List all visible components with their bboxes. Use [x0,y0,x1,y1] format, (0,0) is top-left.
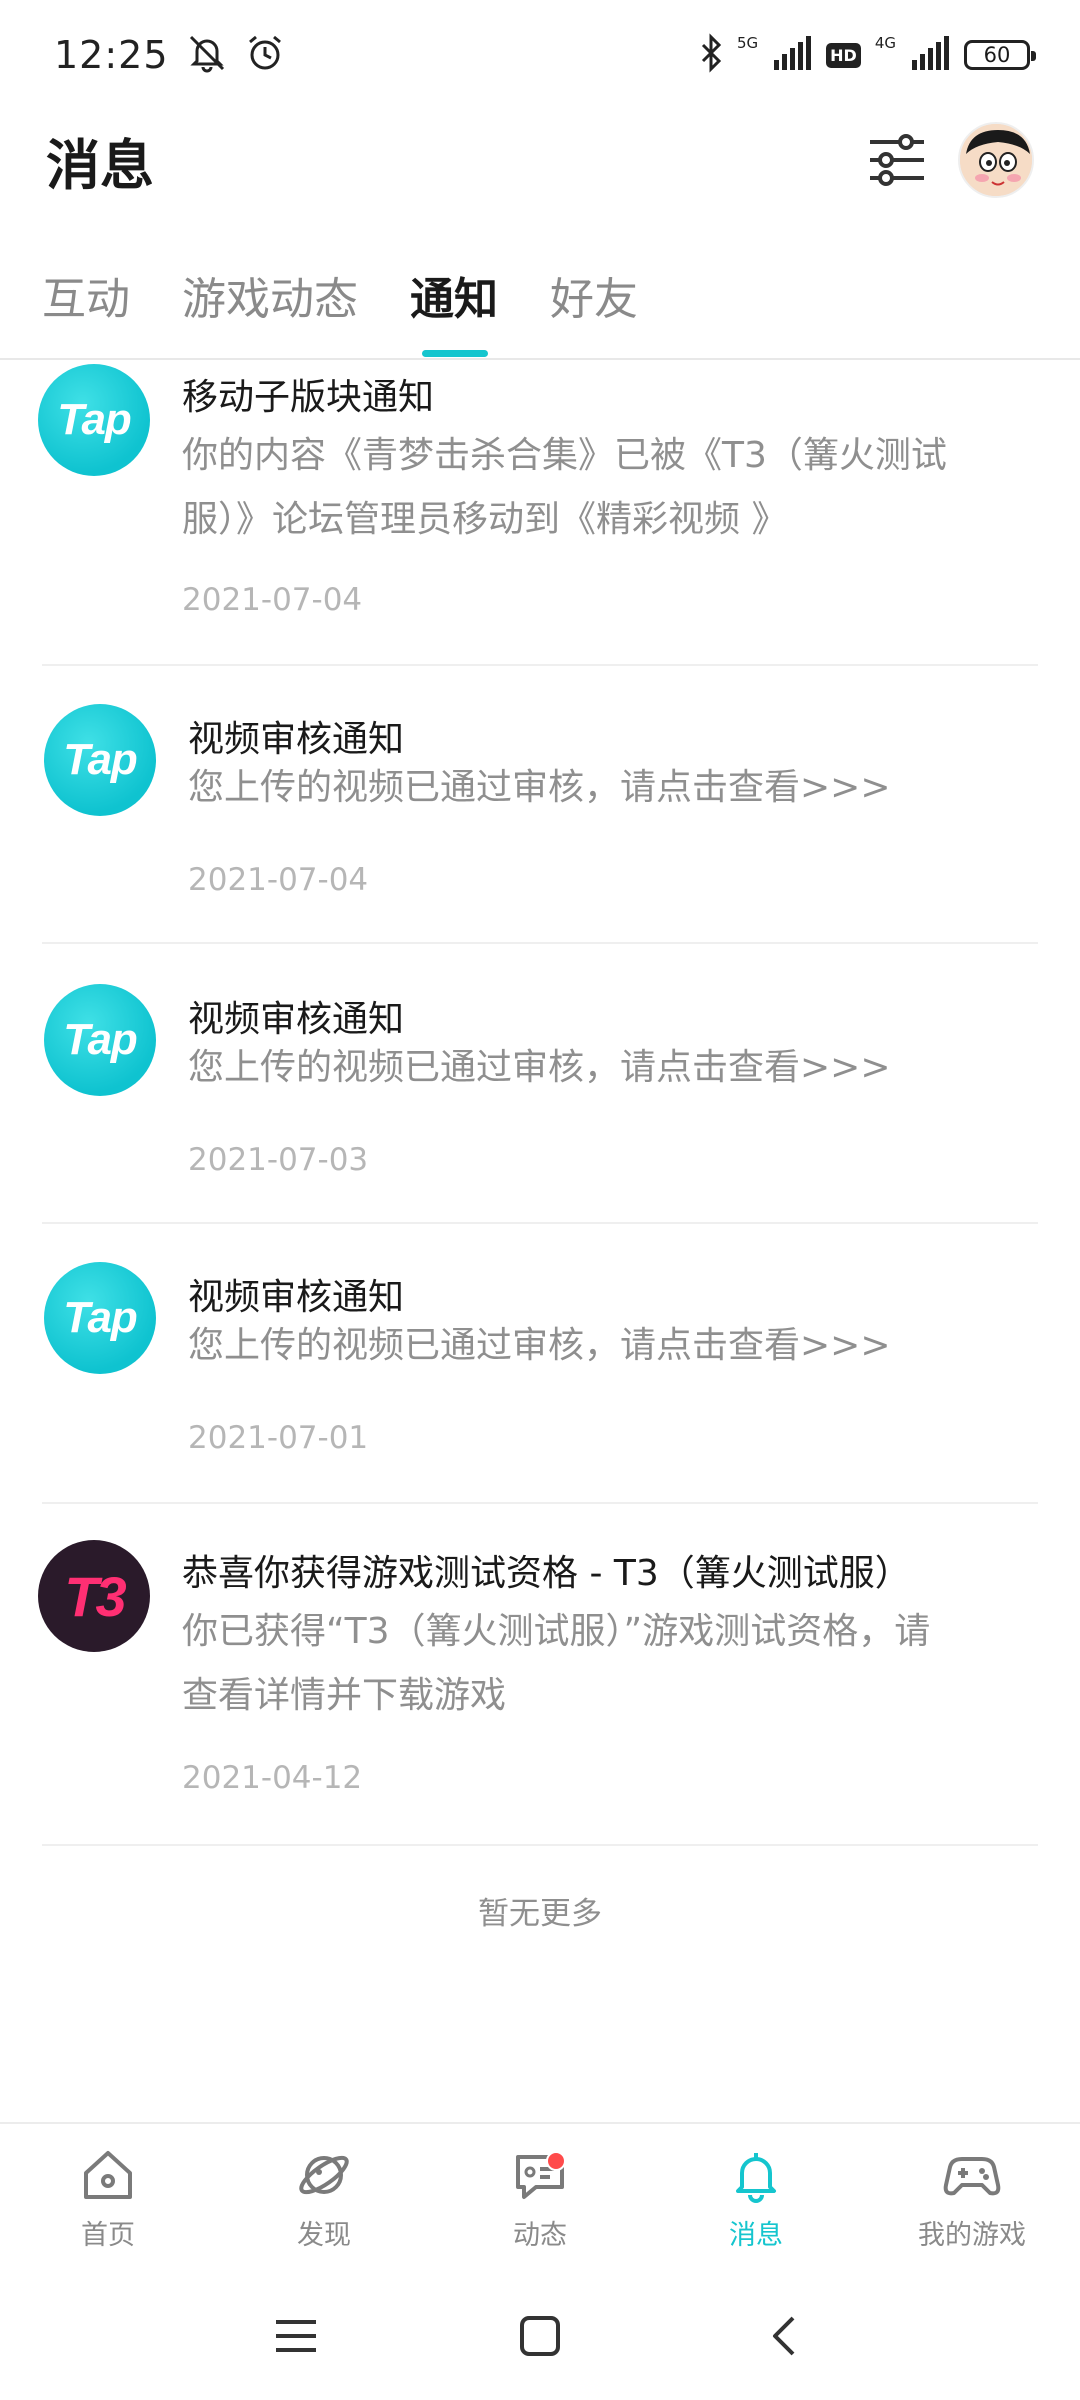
list-item[interactable]: Tap 视频审核通知 您上传的视频已通过审核，请点击查看>>> 2021-07-… [0,702,1080,942]
divider [42,942,1038,944]
list-item[interactable]: Tap 视频审核通知 您上传的视频已通过审核，请点击查看>>> 2021-07-… [0,982,1080,1222]
notification-body-line: 您上传的视频已通过审核，请点击查看>>> [188,1047,891,1088]
nav-feed[interactable]: 动态 [432,2124,648,2272]
tab-notifications[interactable]: 通知 [410,260,498,340]
page-title: 消息 [46,133,154,197]
battery-icon: 60 [964,40,1036,70]
system-nav-bar [0,2272,1080,2400]
list-item[interactable]: Tap 移动子版块通知 你的内容《青梦击杀合集》已被《T3（篝火测试 服）》论坛… [0,362,1080,662]
nav-label: 首页 [81,2219,135,2251]
nav-label: 发现 [297,2219,351,2251]
status-bar: 12:25 5G HD 4G 60 [0,0,1080,110]
home-icon [84,2150,132,2199]
tap-logo-icon: Tap [44,1262,156,1374]
divider [42,1844,1038,1846]
no-more-text: 暂无更多 [478,1896,602,1932]
tap-logo-icon: Tap [44,704,156,816]
tap-logo-icon: Tap [38,364,150,476]
square-icon [520,2316,560,2356]
logo-text: T3 [64,1564,126,1628]
t3-logo-icon: T3 [38,1540,150,1652]
battery-level: 60 [983,43,1011,67]
nav-label: 动态 [513,2219,567,2251]
tab-bar: 互动 游戏动态 通知 好友 [0,250,1080,360]
notification-body: 您上传的视频已通过审核，请点击查看>>> [188,756,1068,820]
header: 消息 [0,110,1080,210]
tab-game-news[interactable]: 游戏动态 [182,260,358,340]
signal-icon-2 [910,36,950,74]
home-button[interactable] [512,2308,568,2364]
bottom-nav: 首页 发现 动态 消息 我的游戏 [0,2122,1080,2272]
nav-label: 消息 [729,2219,783,2251]
notification-body-line: 你已获得“T3（篝火测试服）”游戏测试资格，请 [182,1611,931,1652]
notification-title: 移动子版块通知 [182,377,435,418]
notification-date: 2021-07-04 [182,582,363,618]
notification-body: 你的内容《青梦击杀合集》已被《T3（篝火测试 服）》论坛管理员移动到《精彩视频 … [182,424,1062,552]
hd-badge: HD [826,42,861,68]
tab-indicator [422,350,488,357]
notification-date: 2021-04-12 [182,1760,363,1796]
notification-body: 您上传的视频已通过审核，请点击查看>>> [188,1314,1068,1378]
notification-badge [546,2151,566,2171]
divider [42,1222,1038,1224]
logo-text: Tap [63,1293,138,1342]
notification-body: 你已获得“T3（篝火测试服）”游戏测试资格，请 查看详情并下载游戏 [182,1600,1062,1728]
nav-my-games[interactable]: 我的游戏 [864,2124,1080,2272]
notification-date: 2021-07-01 [188,1420,369,1456]
alarm-icon [245,33,285,77]
tap-logo-icon: Tap [44,984,156,1096]
signal-icon [772,36,812,74]
menu-icon [276,2320,316,2352]
planet-icon [299,2155,349,2194]
network-5g-label: 5G [736,33,759,52]
notification-title: 视频审核通知 [188,1277,405,1318]
bell-muted-icon [185,33,229,77]
notification-title: 视频审核通知 [188,719,405,760]
notification-body: 您上传的视频已通过审核，请点击查看>>> [188,1036,1068,1100]
gamepad-icon [943,2156,1001,2195]
nav-discover[interactable]: 发现 [216,2124,432,2272]
nav-home[interactable]: 首页 [0,2124,216,2272]
notification-body-line: 您上传的视频已通过审核，请点击查看>>> [188,1325,891,1366]
logo-text: Tap [63,735,138,784]
notification-date: 2021-07-04 [188,862,369,898]
sliders-icon [870,134,924,186]
divider [42,664,1038,666]
notification-body-line: 查看详情并下载游戏 [182,1675,507,1716]
notification-body-line: 你的内容《青梦击杀合集》已被《T3（篝火测试 [182,435,947,476]
bluetooth-icon [699,33,723,77]
tab-friends[interactable]: 好友 [550,260,638,340]
menu-button[interactable] [268,2308,324,2364]
notification-date: 2021-07-03 [188,1142,369,1178]
back-icon [773,2316,795,2356]
notification-title: 恭喜你获得游戏测试资格 - T3（篝火测试服） [182,1553,911,1594]
avatar[interactable] [958,122,1034,198]
nav-messages[interactable]: 消息 [648,2124,864,2272]
tab-interaction[interactable]: 互动 [42,260,130,340]
back-button[interactable] [756,2308,812,2364]
filter-button[interactable] [866,129,928,191]
divider [42,1502,1038,1504]
logo-text: Tap [57,395,132,444]
status-time: 12:25 [54,33,169,77]
notification-body-line: 您上传的视频已通过审核，请点击查看>>> [188,767,891,808]
bell-icon [736,2152,776,2203]
logo-text: Tap [63,1015,138,1064]
notification-title: 视频审核通知 [188,999,405,1040]
nav-label: 我的游戏 [918,2219,1026,2251]
list-item[interactable]: T3 恭喜你获得游戏测试资格 - T3（篝火测试服） 你已获得“T3（篝火测试服… [0,1538,1080,1838]
list-item[interactable]: Tap 视频审核通知 您上传的视频已通过审核，请点击查看>>> 2021-07-… [0,1260,1080,1500]
network-4g-label: 4G [874,33,896,52]
notification-body-line: 服）》论坛管理员移动到《精彩视频 》 [182,499,788,540]
